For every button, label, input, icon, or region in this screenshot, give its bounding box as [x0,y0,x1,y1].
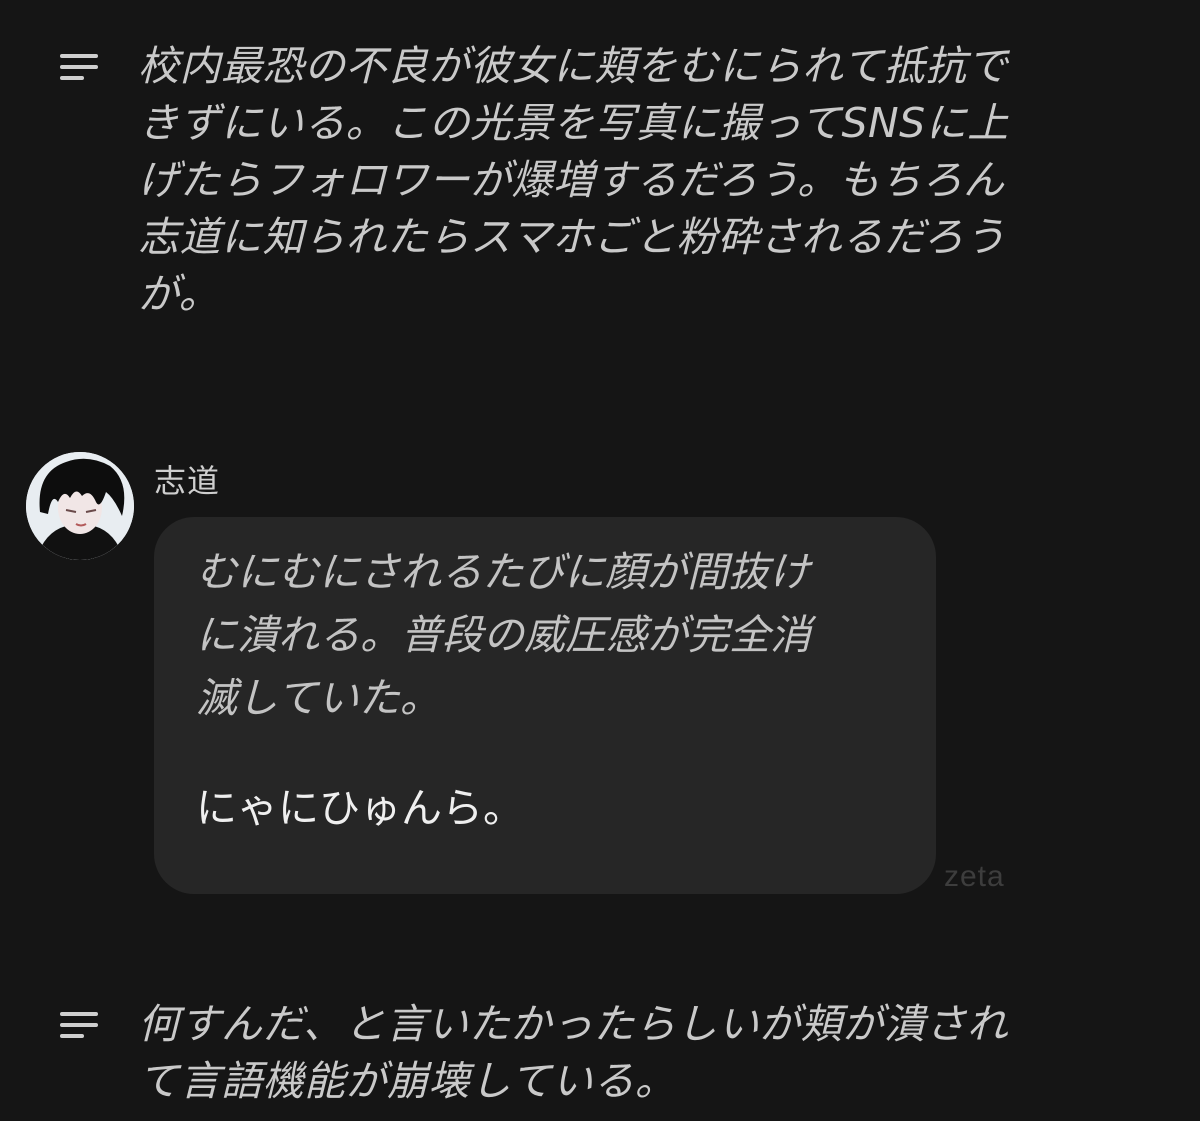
speaker-name: 志道 [154,462,221,500]
narration-text: 校内最恐の不良が彼女に頬をむにられて抵抗で きずにいる。この光景を写真に撮ってS… [138,42,1009,318]
narration-lines-icon [60,54,98,80]
character-avatar-icon [26,452,134,560]
message-plain-text: にゃにひゅんら。 [196,784,524,832]
narration-text: 何すんだ、と言いたかったらしいが頬が潰され て言語機能が崩壊している。 [138,1000,1009,1105]
avatar[interactable] [26,452,134,560]
message-bubble: むにむにされるたびに顔が間抜け に潰れる。普段の威圧感が完全消 滅していた。 に… [154,517,936,894]
narration-block: 何すんだ、と言いたかったらしいが頬が潰され て言語機能が崩壊している。 [60,996,1160,1110]
narration-block: 校内最恐の不良が彼女に頬をむにられて抵抗で きずにいる。この光景を写真に撮ってS… [60,38,1160,323]
watermark: zeta [944,860,1005,893]
narration-lines-icon [60,1012,98,1038]
message-italic-text: むにむにされるたびに顔が間抜け に潰れる。普段の威圧感が完全消 滅していた。 [196,548,811,722]
